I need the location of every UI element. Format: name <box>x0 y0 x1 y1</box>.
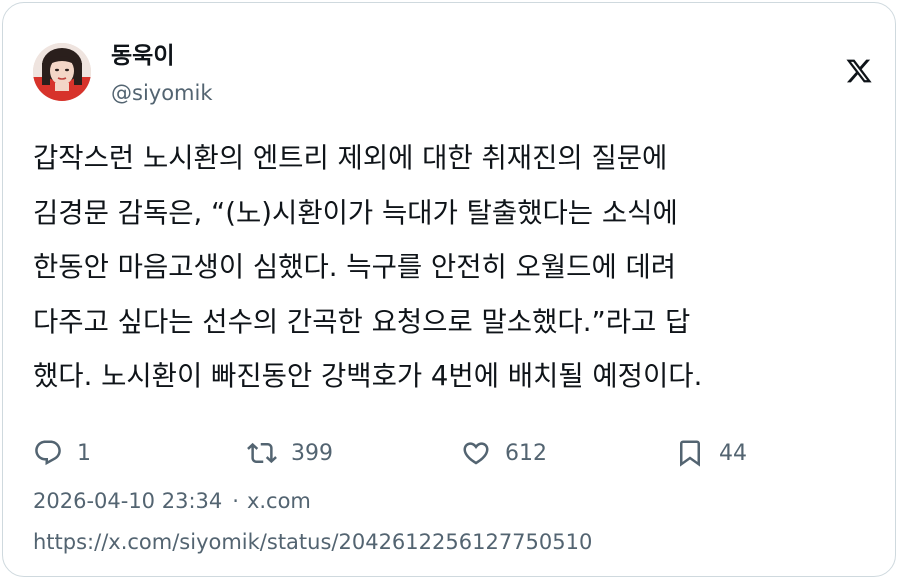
tweet-text-line: 한동안 마음고생이 심했다. 늑구를 안전히 오월드에 데려 <box>33 251 677 283</box>
action-bar: 1 399 612 44 <box>3 433 895 473</box>
tweet-card: 동욱이 @siyomik 갑작스런 노시환의 엔트리 제외에 대한 취재진의 질… <box>2 2 896 577</box>
like-count: 612 <box>505 440 547 466</box>
like-button[interactable]: 612 <box>461 433 547 473</box>
author-handle[interactable]: @siyomik <box>111 79 213 107</box>
tweet-meta: 2026-04-10 23:34 · x.com <box>33 486 311 516</box>
retweet-count: 399 <box>291 440 333 466</box>
reply-icon <box>35 440 61 466</box>
source-link[interactable]: x.com <box>247 489 311 513</box>
heart-icon <box>463 442 489 465</box>
reply-button[interactable]: 1 <box>33 433 91 473</box>
tweet-text: 갑작스런 노시환의 엔트리 제외에 대한 취재진의 질문에 김경문 감독은, “… <box>33 131 879 404</box>
tweet-text-line: 갑작스런 노시환의 엔트리 제외에 대한 취재진의 질문에 <box>33 142 668 174</box>
author-display-name[interactable]: 동욱이 <box>111 41 174 71</box>
tweet-text-line: 했다. 노시환이 빠진동안 강백호가 4번에 배치될 예정이다. <box>33 360 703 392</box>
meta-separator: · <box>232 489 239 513</box>
timestamp[interactable]: 2026-04-10 23:34 <box>33 489 222 513</box>
avatar-photo-icon <box>33 43 91 101</box>
bookmark-icon <box>680 440 700 467</box>
avatar[interactable] <box>33 43 91 101</box>
x-logo-icon[interactable] <box>845 57 873 85</box>
tweet-url[interactable]: https://x.com/siyomik/status/20426122561… <box>33 527 592 557</box>
retweet-button[interactable]: 399 <box>247 433 333 473</box>
bookmark-button[interactable]: 44 <box>675 433 747 473</box>
tweet-text-line: 다주고 싶다는 선수의 간곡한 요청으로 말소했다.”라고 답 <box>33 305 691 338</box>
retweet-icon <box>247 442 277 464</box>
tweet-text-line: 김경문 감독은, “(노)시환이가 늑대가 탈출했다는 소식에 <box>33 196 678 229</box>
reply-count: 1 <box>77 440 91 466</box>
bookmark-count: 44 <box>719 440 747 466</box>
